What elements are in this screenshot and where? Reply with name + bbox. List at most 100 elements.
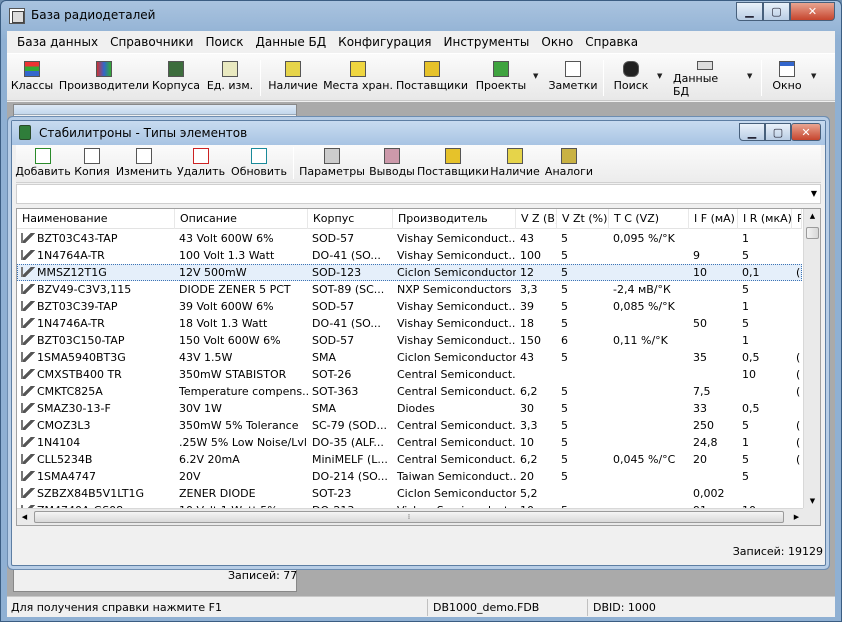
table-row[interactable]: CMOZ3L3 350mW 5% Tolerance SC-79 (SOD... Ce… — [17, 417, 802, 434]
window-dropdown-icon[interactable]: ▼ — [811, 72, 816, 80]
background-child-title[interactable] — [14, 105, 296, 115]
menu-help[interactable]: Справка — [579, 35, 644, 49]
menu-tools[interactable]: Инструменты — [438, 35, 536, 49]
manufacturers-button[interactable]: Производители — [59, 58, 149, 98]
table-cell: 0,085 %/°K — [613, 300, 675, 313]
table-cell: Vishay Semiconduct... — [397, 300, 516, 313]
table-row[interactable]: CLL5234B 6.2V 20mA MiniMELF (L... Central S… — [17, 451, 802, 468]
table-row[interactable]: 1SMA4747 20V DO-214 (SO... Taiwan Semicondu… — [17, 468, 802, 485]
refresh-button[interactable]: Обновить — [230, 147, 288, 181]
child-minimize-button[interactable]: ▁ — [739, 123, 765, 141]
pins-button[interactable]: Выводы — [368, 147, 416, 181]
column-header[interactable]: Наименование — [17, 209, 175, 229]
menu-configuration[interactable]: Конфигурация — [332, 35, 437, 49]
table-cell: 0,5 — [742, 402, 760, 415]
app-title: База радиодеталей — [31, 8, 156, 22]
column-header[interactable]: T C (VZ) — [609, 209, 689, 229]
column-header[interactable]: Корпус — [308, 209, 393, 229]
vertical-scroll-thumb[interactable] — [806, 227, 819, 239]
packages-button[interactable]: Корпуса — [151, 58, 201, 98]
units-button[interactable]: Ед. изм. — [205, 58, 255, 98]
projects-button[interactable]: Проекты — [475, 58, 527, 98]
classes-button[interactable]: Классы — [11, 58, 53, 98]
search-dropdown-icon[interactable]: ▼ — [657, 72, 662, 80]
scroll-right-icon[interactable]: ▶ — [789, 510, 804, 525]
title-bar[interactable]: База радиодеталей ▁ ▢ ✕ — [1, 1, 841, 31]
menu-database[interactable]: База данных — [11, 35, 104, 49]
table-row[interactable]: 1N4764A-TR 100 Volt 1.3 Watt DO-41 (SO... V… — [17, 247, 802, 264]
scroll-left-icon[interactable]: ◀ — [17, 510, 32, 525]
vertical-scrollbar[interactable]: ▲ ▼ — [803, 209, 820, 509]
menu-search[interactable]: Поиск — [199, 35, 249, 49]
minimize-button[interactable]: ▁ — [736, 2, 763, 21]
table-row[interactable]: BZV49-C3V3,115 DIODE ZENER 5 PCT SOT-89 (S… — [17, 281, 802, 298]
notes-button[interactable]: Заметки — [547, 58, 599, 98]
table-row[interactable]: 1N4104 .25W 5% Low Noise/Lvl DO-35 (ALF...… — [17, 434, 802, 451]
suppliers-button[interactable]: Поставщики — [396, 58, 468, 98]
stock-button[interactable]: Наличие — [265, 58, 321, 98]
filter-combobox[interactable]: ▼ — [16, 184, 821, 204]
storage-button[interactable]: Места хран. — [323, 58, 393, 98]
table-cell — [689, 281, 738, 298]
chevron-down-icon[interactable]: ▼ — [811, 189, 817, 198]
delete-button[interactable]: Удалить — [176, 147, 226, 181]
table-row[interactable]: MMSZ12T1G 12V 500mW SOD-123 Ciclon Semicond… — [17, 264, 802, 281]
table-cell: 10 — [693, 266, 707, 279]
close-button[interactable]: ✕ — [790, 2, 835, 21]
maximize-button[interactable]: ▢ — [763, 2, 790, 21]
column-header[interactable]: I R (мкА) — [738, 209, 792, 229]
column-header[interactable]: I F (мА) — [689, 209, 738, 229]
params-button[interactable]: Параметры — [299, 147, 365, 181]
child-maximize-button[interactable]: ▢ — [765, 123, 791, 141]
table-row[interactable]: SZBZX84B5V1LT1G ZENER DIODE SOT-23 Ciclon S… — [17, 485, 802, 502]
table-cell: 1 — [742, 232, 749, 245]
child-suppliers-button[interactable]: Поставщики — [417, 147, 489, 181]
diode-icon — [21, 488, 35, 498]
supplier-icon — [424, 61, 440, 77]
table-cell: SOD-123 — [312, 266, 362, 279]
table-cell: 6,2 — [520, 385, 538, 398]
table-cell: 30V 1W — [179, 402, 222, 415]
scroll-down-icon[interactable]: ▼ — [805, 494, 820, 509]
table-cell: 18 Volt 1.3 Watt — [179, 317, 268, 330]
table-cell: SOD-57 — [312, 232, 355, 245]
table-row[interactable]: SMAZ30-13-F 30V 1W SMA Diodes 30 5 33 0,5 — [17, 400, 802, 417]
column-header[interactable]: V Zt (%) — [557, 209, 609, 229]
column-header[interactable]: Производитель — [393, 209, 516, 229]
table-row[interactable]: BZT03C43-TAP 43 Volt 600W 6% SOD-57 Vishay … — [17, 230, 802, 247]
child-close-button[interactable]: ✕ — [791, 123, 821, 141]
table-row[interactable]: BZT03C39-TAP 39 Volt 600W 6% SOD-57 Vishay … — [17, 298, 802, 315]
child-title-bar[interactable]: Стабилитроны - Типы элементов ▁ ▢ ✕ — [12, 121, 825, 145]
menu-db-data[interactable]: Данные БД — [249, 35, 332, 49]
horizontal-scroll-thumb[interactable]: ⁞ — [34, 511, 784, 523]
table-row[interactable]: 1SMA5940BT3G 43V 1.5W SMA Ciclon Semiconduc… — [17, 349, 802, 366]
table-row[interactable]: 1N4746A-TR 18 Volt 1.3 Watt DO-41 (SO... Vi… — [17, 315, 802, 332]
table-cell — [792, 315, 802, 332]
db-data-dropdown-icon[interactable]: ▼ — [747, 72, 752, 80]
scroll-up-icon[interactable]: ▲ — [805, 209, 820, 224]
table-cell: 5 — [742, 317, 749, 330]
window-button[interactable]: Окно — [769, 58, 805, 98]
column-header[interactable]: V Z (В) — [516, 209, 557, 229]
app-icon[interactable] — [9, 8, 25, 24]
table-row[interactable]: CMXSTB400 TR 350mW STABISTOR SOT-26 Central… — [17, 366, 802, 383]
column-header[interactable]: Описание — [175, 209, 308, 229]
table-cell — [792, 298, 802, 315]
search-button[interactable]: Поиск — [609, 58, 653, 98]
table-row[interactable]: BZT03C150-TAP 150 Volt 600W 6% SOD-57 Visha… — [17, 332, 802, 349]
table-cell: CMOZ3L3 — [17, 417, 175, 434]
edit-button[interactable]: Изменить — [116, 147, 172, 181]
horizontal-scrollbar[interactable]: ◀ ⁞ ▶ — [17, 508, 804, 525]
add-button[interactable]: Добавить — [15, 147, 71, 181]
table-cell: SOT-89 (SC... — [312, 283, 385, 296]
projects-dropdown-icon[interactable]: ▼ — [533, 72, 538, 80]
table-cell: Vishay Semiconduct... — [397, 334, 516, 347]
copy-button[interactable]: Копия — [72, 147, 112, 181]
menu-window[interactable]: Окно — [535, 35, 579, 49]
column-header[interactable]: P — [792, 209, 802, 229]
menu-references[interactable]: Справочники — [104, 35, 199, 49]
child-stock-button[interactable]: Наличие — [490, 147, 540, 181]
db-data-button[interactable]: Данные БД — [673, 58, 737, 98]
table-row[interactable]: CMKTC825A Temperature compens... SOT-363 Ce… — [17, 383, 802, 400]
analogs-button[interactable]: Аналоги — [544, 147, 594, 181]
